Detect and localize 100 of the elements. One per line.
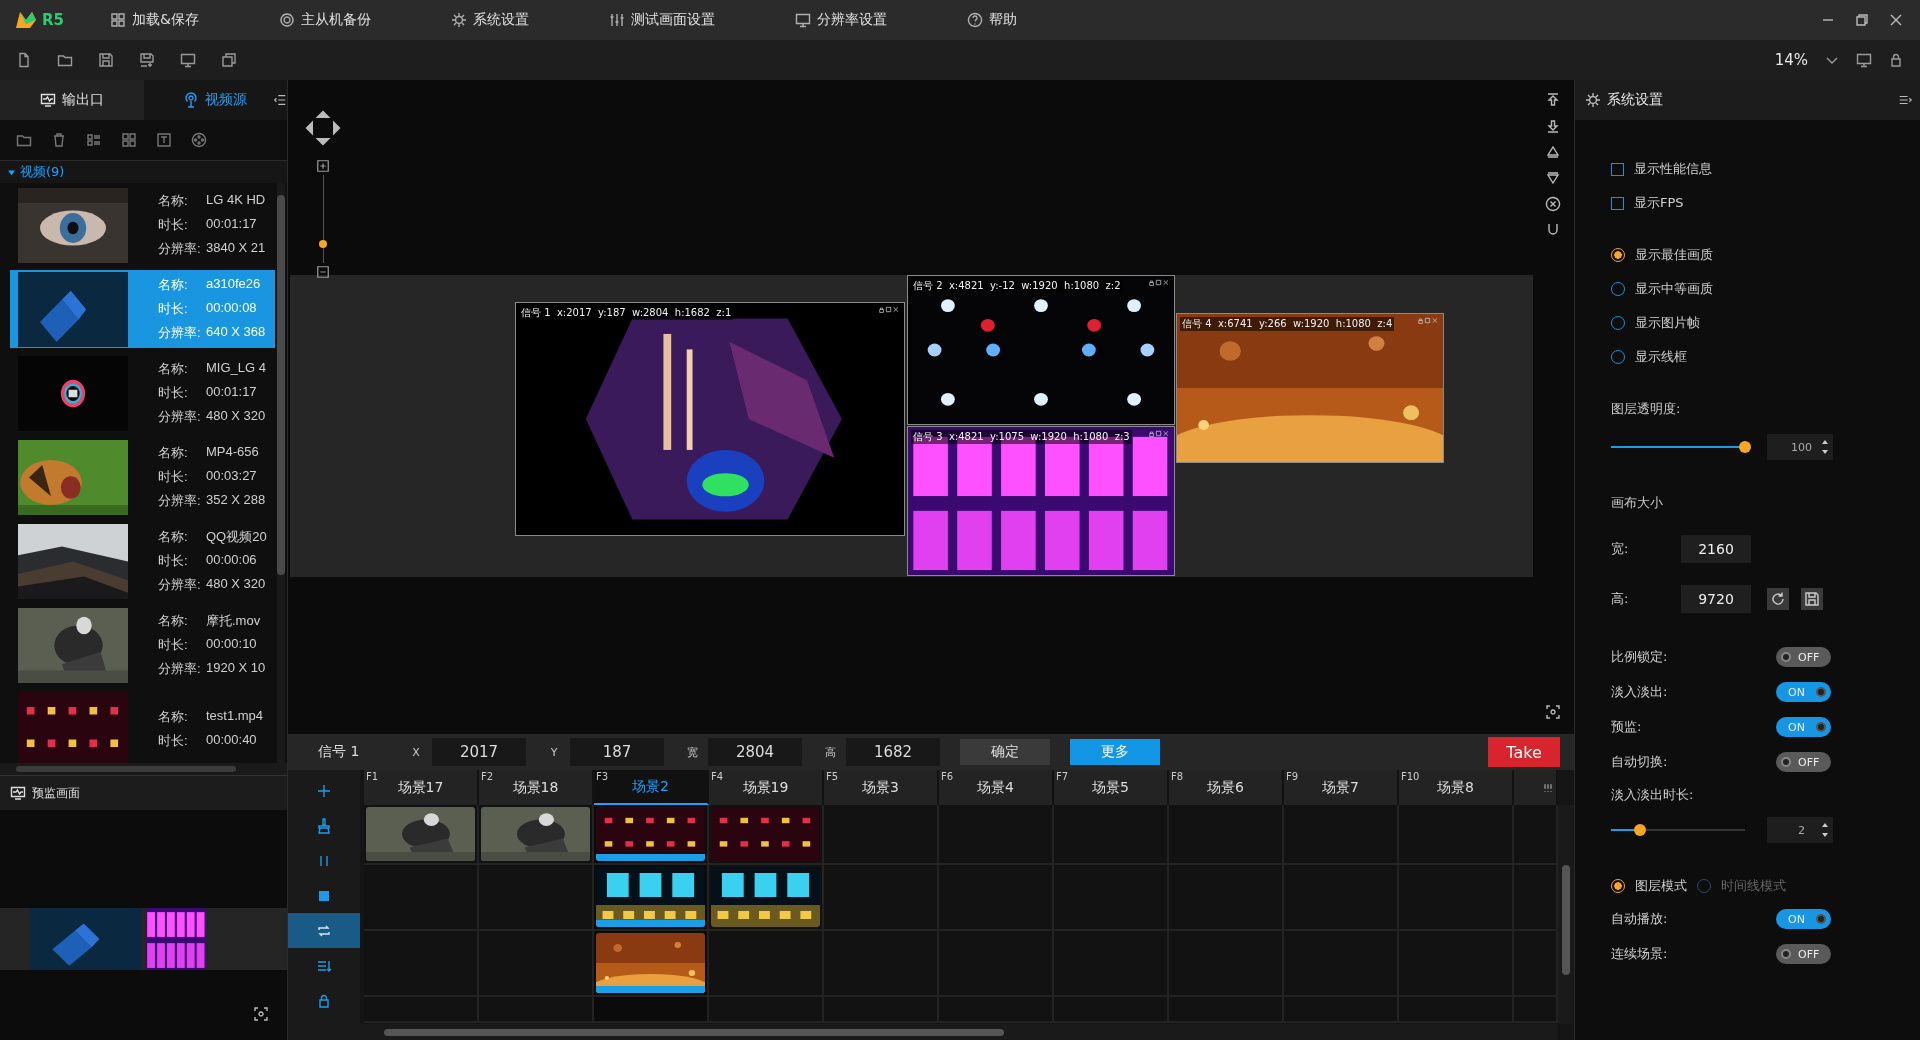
film-reel-icon[interactable] <box>191 132 207 148</box>
spin-field[interactable]: 100 <box>1767 434 1833 460</box>
video-item[interactable]: 名称: MP4-656 时长: 00:03:27 分辨率: 352 X 288 <box>10 438 275 516</box>
refresh-button[interactable] <box>1767 588 1789 610</box>
save-button[interactable] <box>1801 588 1823 610</box>
video-item[interactable]: 名称: LG 4K HD 时长: 00:01:17 分辨率: 3840 X 21 <box>10 186 275 264</box>
scrollbar[interactable] <box>1558 805 1574 1024</box>
sliders-icon <box>608 12 625 28</box>
zoom-level[interactable]: 14% <box>1774 51 1808 69</box>
video-item[interactable]: 名称: MIG_LG 4 时长: 00:01:17 分辨率: 480 X 320 <box>10 354 275 432</box>
scene-cell[interactable] <box>479 997 594 1023</box>
field-label: 分辨率: <box>158 576 202 594</box>
open-folder-icon[interactable] <box>57 52 73 68</box>
toggle-switch[interactable]: OFF <box>1776 752 1831 772</box>
monitor-icon[interactable] <box>180 52 196 68</box>
scene-tab[interactable]: F5 场景3 <box>824 770 939 805</box>
window-controls-icon[interactable] <box>879 306 901 313</box>
menu-item[interactable]: 加载&保存 <box>104 7 205 33</box>
number-field[interactable]: 187 <box>570 738 664 766</box>
windows-icon[interactable] <box>221 52 237 68</box>
window-controls-icon[interactable] <box>1149 279 1171 286</box>
grid-icon[interactable] <box>121 132 137 148</box>
setting-label: 自动切换: <box>1611 753 1668 771</box>
number-field[interactable]: 2017 <box>432 738 526 766</box>
signal-window[interactable]: 信号 3 x:4821 y:1075 w:1920 h:1080 z:3 <box>907 426 1175 576</box>
scene-tab[interactable]: F1 场景17 <box>364 770 479 805</box>
collapse-icon[interactable] <box>273 92 287 108</box>
field-label: X <box>411 745 421 759</box>
scene-cell[interactable] <box>479 931 594 997</box>
save-as-icon[interactable] <box>139 52 155 68</box>
text-box-icon[interactable] <box>156 132 172 148</box>
confirm-button[interactable]: 确定 <box>960 739 1050 765</box>
signal-window[interactable]: 信号 4 x:6741 y:266 w:1920 h:1080 z:4 <box>1176 313 1444 463</box>
zoom-slider-thumb[interactable] <box>319 240 327 248</box>
move-down-icon[interactable] <box>1545 170 1561 186</box>
checkbox[interactable] <box>1611 196 1624 210</box>
scrollbar[interactable] <box>360 1024 1558 1040</box>
list-icon[interactable] <box>86 132 102 148</box>
height-field[interactable]: 9720 <box>1681 585 1751 613</box>
number-field[interactable]: 1682 <box>846 738 940 766</box>
scene-cell[interactable] <box>594 997 709 1023</box>
radio-button[interactable] <box>1611 879 1625 893</box>
take-button[interactable]: Take <box>1488 737 1560 767</box>
window-controls-icon[interactable] <box>1418 317 1440 324</box>
monitor-icon <box>39 92 56 108</box>
scene-tab[interactable]: F8 场景6 <box>1169 770 1284 805</box>
field-label: 时长: <box>158 468 189 486</box>
panel-tab[interactable]: 输出口 <box>0 80 144 120</box>
video-item[interactable]: 名称: 摩托.mov 时长: 00:00:10 分辨率: 1920 X 10 <box>10 606 275 684</box>
fit-screen-icon[interactable] <box>253 1006 269 1022</box>
video-item[interactable]: 名称: test1.mp4 时长: 00:00:40 <box>10 690 275 763</box>
menu-item[interactable]: 分辨率设置 <box>788 7 893 33</box>
zoom-out-icon[interactable] <box>316 265 330 279</box>
panel-tab[interactable]: 视频源 <box>143 80 287 120</box>
scene-tab[interactable]: F6 场景4 <box>939 770 1054 805</box>
signal-window[interactable]: 信号 1 x:2017 y:187 w:2804 h:1682 z:1 <box>515 302 905 536</box>
close-icon[interactable] <box>1888 12 1904 28</box>
move-bottom-icon[interactable] <box>1545 118 1561 134</box>
loop-tool-button[interactable] <box>288 913 360 948</box>
save-icon <box>1804 591 1820 607</box>
scene-tab[interactable]: F10 场景8 <box>1399 770 1514 805</box>
toggle-switch[interactable]: OFF <box>1776 944 1831 964</box>
new-file-icon[interactable] <box>16 52 32 68</box>
scene-tab[interactable]: F3 场景2 <box>594 770 709 805</box>
magnet-icon[interactable] <box>1545 222 1561 238</box>
open-folder-icon[interactable] <box>16 132 32 148</box>
menu-item[interactable]: 帮助 <box>960 7 1023 33</box>
number-field[interactable]: 2804 <box>708 738 802 766</box>
toggle-switch[interactable]: OFF <box>1776 647 1831 667</box>
group-header[interactable]: 视频(9) <box>0 161 287 183</box>
save-icon[interactable] <box>98 52 114 68</box>
spin-field[interactable]: 2 <box>1767 817 1833 843</box>
window-controls-icon[interactable] <box>1149 430 1171 437</box>
menu-item[interactable]: 测试画面设置 <box>602 7 721 33</box>
scene-tab[interactable]: F2 场景18 <box>479 770 594 805</box>
scene-tab[interactable]: F4 场景19 <box>709 770 824 805</box>
checkbox[interactable] <box>1611 162 1624 176</box>
menu-item[interactable]: 系统设置 <box>444 7 535 33</box>
monitor-icon[interactable] <box>1856 52 1872 68</box>
slider-thumb[interactable] <box>1634 824 1647 836</box>
move-up-icon[interactable] <box>1545 144 1561 160</box>
scrollbar[interactable] <box>0 763 287 775</box>
scene-tab[interactable]: F7 场景5 <box>1054 770 1169 805</box>
scrollbar[interactable] <box>277 183 285 763</box>
menu-item[interactable]: 主从机备份 <box>272 7 377 33</box>
scene-tab[interactable]: F9 场景7 <box>1284 770 1399 805</box>
scene-cell[interactable] <box>479 865 594 931</box>
lock-icon[interactable] <box>1888 52 1904 68</box>
move-arrows-icon[interactable] <box>303 108 343 148</box>
setting-label: 连续场景: <box>1611 945 1668 963</box>
slider-thumb[interactable] <box>1739 441 1751 453</box>
radio-button[interactable] <box>1611 248 1625 262</box>
fit-screen-icon[interactable] <box>1545 704 1561 720</box>
trash-icon[interactable] <box>51 132 67 148</box>
width-field[interactable]: 2160 <box>1681 535 1751 563</box>
zoom-in-icon[interactable] <box>316 159 330 173</box>
video-item[interactable]: 名称: QQ视频20 时长: 00:00:06 分辨率: 480 X 320 <box>10 522 275 600</box>
signal-window[interactable]: 信号 2 x:4821 y:-12 w:1920 h:1080 z:2 <box>907 275 1175 425</box>
move-top-icon[interactable] <box>1545 92 1561 108</box>
restore-icon[interactable] <box>1854 12 1870 28</box>
